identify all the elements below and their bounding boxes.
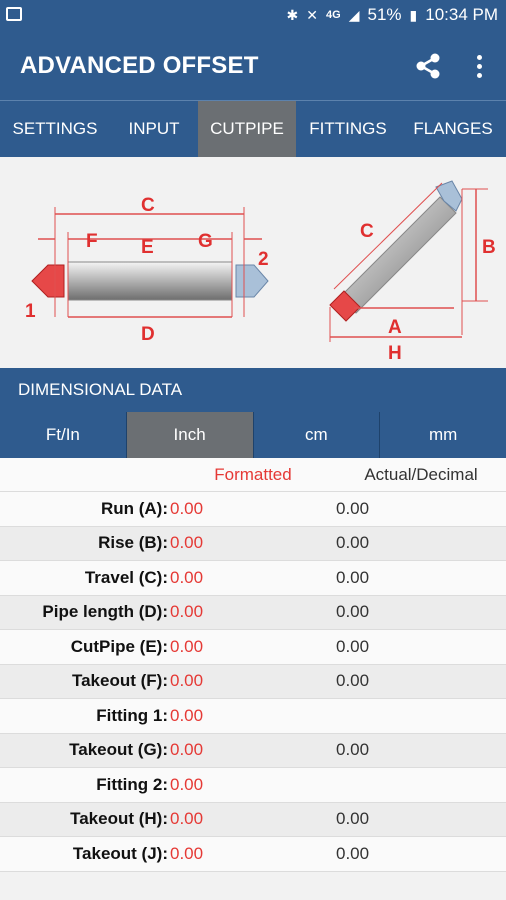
row-formatted-value: 0.00: [170, 705, 204, 725]
table-row: Pipe length (D): 0.00 0.00: [0, 595, 506, 630]
more-vert-icon: [476, 54, 482, 60]
bluetooth-icon: ✱: [286, 7, 299, 23]
row-label: Takeout (G):: [69, 740, 168, 760]
row-label: Travel (C):: [84, 567, 168, 587]
label-f: F: [86, 231, 98, 252]
label-c: C: [141, 195, 155, 216]
share-icon: [416, 53, 440, 79]
table-row: Travel (C): 0.00 0.00: [0, 561, 506, 596]
row-label: Run (A):: [100, 498, 168, 518]
row-label: Rise (B):: [98, 533, 168, 553]
signal-label: 4G: [326, 8, 341, 21]
more-options-button[interactable]: [468, 50, 490, 82]
battery-percent: 51%: [367, 5, 402, 24]
row-label: Takeout (F):: [71, 671, 168, 691]
label-g: G: [198, 231, 213, 252]
row-formatted-value: 0.00: [170, 671, 204, 691]
pipe-diagram: C F E G D 1 2 C B A H: [0, 157, 506, 368]
label-d: D: [141, 324, 155, 345]
unit-inch[interactable]: Inch: [125, 412, 253, 458]
table-header: Formatted Actual/Decimal: [0, 458, 506, 492]
tab-fittings[interactable]: FITTINGS: [296, 101, 400, 157]
tab-settings[interactable]: SETTINGS: [0, 101, 110, 157]
row-label: Fitting 2:: [96, 774, 168, 794]
row-formatted-value: 0.00: [170, 843, 204, 863]
table-row: Takeout (J): 0.00 0.00: [0, 837, 506, 872]
unit-cm[interactable]: cm: [252, 412, 380, 458]
label-e: E: [141, 237, 154, 258]
label-fitting-1: 1: [25, 301, 36, 322]
share-button[interactable]: [412, 50, 444, 82]
header-formatted: Formatted: [214, 464, 292, 484]
straight-pipe: [31, 207, 269, 318]
row-label: Takeout (J):: [72, 843, 168, 863]
row-label: Fitting 1:: [96, 705, 168, 725]
row-decimal-value: 0.00: [336, 498, 370, 518]
table-row: Takeout (G): 0.00 0.00: [0, 733, 506, 768]
row-decimal-value: 0.00: [336, 533, 370, 553]
row-decimal-value: 0.00: [336, 567, 370, 587]
table-row: Takeout (F): 0.00 0.00: [0, 664, 506, 699]
unit-mm[interactable]: mm: [379, 412, 506, 458]
row-decimal-value: 0.00: [336, 636, 370, 656]
row-label: CutPipe (E):: [70, 636, 168, 656]
tab-input[interactable]: INPUT: [110, 101, 198, 157]
pipe-diagram-illustration: C F E G D 1 2 C B A H: [25, 180, 496, 364]
section-title: DIMENSIONAL DATA: [0, 368, 506, 412]
row-decimal-value: 0.00: [336, 671, 370, 691]
label-fitting-2: 2: [258, 249, 269, 270]
table-row: Fitting 1: 0.00: [0, 699, 506, 734]
row-decimal-value: 0.00: [336, 843, 370, 863]
app-title: ADVANCED OFFSET: [20, 52, 259, 79]
unit-selector: Ft/In Inch cm mm: [0, 412, 506, 458]
battery-icon: ▮: [409, 7, 418, 23]
row-label: Pipe length (D):: [42, 602, 168, 622]
row-decimal-value: 0.00: [336, 740, 370, 760]
row-formatted-value: 0.00: [170, 498, 204, 518]
clock: 10:34 PM: [425, 5, 498, 24]
row-formatted-value: 0.00: [170, 809, 204, 829]
row-formatted-value: 0.00: [170, 774, 204, 794]
header-decimal: Actual/Decimal: [364, 464, 478, 484]
tab-flanges[interactable]: FLANGES: [400, 101, 506, 157]
table-row: CutPipe (E): 0.00 0.00: [0, 630, 506, 665]
row-formatted-value: 0.00: [170, 636, 204, 656]
row-decimal-value: 0.00: [336, 809, 370, 829]
row-formatted-value: 0.00: [170, 567, 204, 587]
offset-pipe: [329, 180, 488, 342]
gallery-notification-icon: [6, 7, 22, 21]
signal-icon: ◢: [348, 7, 360, 23]
table-row: Fitting 2: 0.00: [0, 768, 506, 803]
unit-ft-in[interactable]: Ft/In: [0, 412, 126, 458]
mute-icon: ✕: [306, 7, 319, 23]
label-h: H: [388, 343, 402, 364]
row-formatted-value: 0.00: [170, 533, 204, 553]
row-formatted-value: 0.00: [170, 740, 204, 760]
app-bar: ADVANCED OFFSET: [0, 30, 506, 100]
tab-cutpipe[interactable]: CUTPIPE: [198, 101, 296, 157]
label-b: B: [482, 237, 496, 258]
status-bar: ✱ ✕ 4G ◢ 51% ▮ 10:34 PM: [0, 0, 506, 30]
label-c-travel: C: [360, 221, 374, 242]
tab-bar: SETTINGS INPUT CUTPIPE FITTINGS FLANGES: [0, 100, 506, 157]
table-row: Takeout (H): 0.00 0.00: [0, 802, 506, 837]
table-row: Run (A): 0.00 0.00: [0, 492, 506, 527]
label-a: A: [388, 317, 402, 338]
dimension-table: Formatted Actual/Decimal Run (A): 0.00 0.0…: [0, 458, 506, 872]
table-row: Rise (B): 0.00 0.00: [0, 526, 506, 561]
row-formatted-value: 0.00: [170, 602, 204, 622]
row-label: Takeout (H):: [70, 809, 168, 829]
row-decimal-value: 0.00: [336, 602, 370, 622]
status-indicators: ✱ ✕ 4G ◢ 51% ▮ 10:34 PM: [287, 4, 498, 26]
